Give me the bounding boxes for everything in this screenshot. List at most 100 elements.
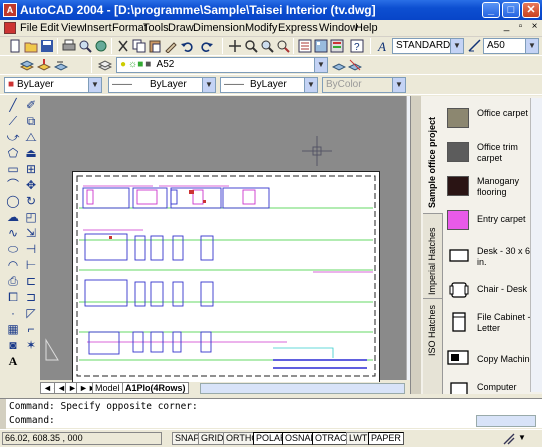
make-layer-current-icon[interactable]	[37, 58, 51, 72]
dim-style-select[interactable]: A50 ▼	[483, 38, 539, 54]
menu-window[interactable]: Window	[319, 22, 358, 34]
array-icon[interactable]: ⊞	[24, 162, 38, 176]
command-window-handle[interactable]	[0, 399, 6, 429]
tray-settings-chevron-icon[interactable]: ▼	[518, 433, 526, 442]
stretch-icon[interactable]: ⇲	[24, 226, 38, 240]
undo-icon[interactable]	[180, 39, 194, 53]
palette-handle[interactable]	[411, 96, 421, 394]
copy-icon[interactable]	[132, 39, 146, 53]
menu-help[interactable]: Help	[355, 22, 378, 34]
layer-properties-icon[interactable]	[332, 58, 346, 72]
palette-item-file-cabinet[interactable]: File Cabinet - Letter	[447, 312, 542, 342]
color-select[interactable]: ■ ByLayer ▼	[4, 77, 102, 93]
rectangle-icon[interactable]: ▭	[6, 162, 20, 176]
chevron-down-icon[interactable]: ▼	[450, 39, 463, 53]
explode-icon[interactable]: ✶	[24, 338, 38, 352]
region-icon[interactable]: ◙	[6, 338, 20, 352]
move-icon[interactable]: ✥	[24, 178, 38, 192]
make-block-icon[interactable]: ⧠	[6, 290, 20, 304]
ellipse-arc-icon[interactable]: ◠	[6, 258, 20, 272]
layer-stack-icon[interactable]	[98, 58, 112, 72]
point-icon[interactable]: ·	[6, 306, 20, 320]
publish-icon[interactable]	[94, 39, 108, 53]
menu-file[interactable]: File	[20, 22, 38, 34]
tab-iso-hatches[interactable]: ISO Hatches	[423, 300, 443, 364]
layer-manager-icon[interactable]	[20, 58, 34, 72]
scale-icon[interactable]: ◰	[24, 210, 38, 224]
print-icon[interactable]	[62, 39, 76, 53]
rotate-icon[interactable]: ↻	[24, 194, 38, 208]
polyline-icon[interactable]: ⤻	[6, 130, 20, 144]
doc-restore-button[interactable]: ▫	[514, 21, 527, 34]
new-icon[interactable]	[8, 39, 22, 53]
break-icon[interactable]: ⊏	[24, 274, 38, 288]
autocad-app-icon[interactable]: A	[3, 3, 17, 17]
design-center-icon[interactable]	[314, 39, 328, 53]
trim-icon[interactable]: ⊣	[24, 242, 38, 256]
match-properties-icon[interactable]	[164, 39, 178, 53]
construction-line-icon[interactable]: ⟋	[6, 114, 20, 128]
command-scrollbar[interactable]	[476, 415, 536, 427]
layer-previous-icon[interactable]	[54, 58, 68, 72]
menu-tools[interactable]: Tools	[143, 22, 169, 34]
extend-icon[interactable]: ⊢	[24, 258, 38, 272]
text-style-select[interactable]: STANDARD ▼	[392, 38, 464, 54]
arc-icon[interactable]: ⌒	[6, 178, 20, 192]
menu-draw[interactable]: Draw	[168, 22, 194, 34]
zoom-window-icon[interactable]	[260, 39, 274, 53]
ellipse-icon[interactable]: ⬭	[6, 242, 20, 256]
chevron-down-icon[interactable]: ▼	[525, 39, 538, 53]
open-icon[interactable]	[24, 39, 38, 53]
polygon-icon[interactable]: ⬠	[6, 146, 20, 160]
join-icon[interactable]: ⊐	[24, 290, 38, 304]
paste-icon[interactable]	[148, 39, 162, 53]
tab-imperial-hatches[interactable]: Imperial Hatches	[423, 215, 443, 299]
palette-item-mahogany-flooring[interactable]: Manogany flooring	[447, 176, 542, 206]
close-button[interactable]: ✕	[522, 2, 540, 18]
paper-model-toggle[interactable]: PAPER	[368, 432, 404, 445]
doc-minimize-button[interactable]: _	[500, 21, 513, 34]
menu-insert[interactable]: Insert	[84, 22, 112, 34]
document-icon[interactable]	[4, 22, 16, 34]
chevron-down-icon[interactable]: ▼	[202, 78, 215, 92]
layer-off-icon[interactable]	[348, 58, 362, 72]
properties-icon[interactable]	[298, 39, 312, 53]
plot-preview-icon[interactable]	[78, 39, 92, 53]
chevron-down-icon[interactable]: ▼	[314, 58, 327, 72]
chevron-down-icon[interactable]: ▼	[304, 78, 317, 92]
fillet-icon[interactable]: ⌐	[24, 322, 38, 336]
line-icon[interactable]: ╱	[6, 98, 20, 112]
dim-style-icon[interactable]	[468, 39, 482, 53]
insert-block-icon[interactable]: ⎙	[6, 274, 20, 288]
horizontal-scrollbar[interactable]	[200, 383, 405, 394]
mirror-icon[interactable]: ⧍	[24, 130, 38, 144]
layer-select[interactable]: ● ☼■ ■ A52 ▼	[116, 57, 328, 73]
palette-item-chair-desk[interactable]: Chair - Desk	[447, 280, 542, 310]
offset-icon[interactable]: ⏏	[24, 146, 38, 160]
spline-icon[interactable]: ∿	[6, 226, 20, 240]
help-icon[interactable]: ?	[350, 39, 364, 53]
lineweight-select[interactable]: —— ByLayer ▼	[220, 77, 318, 93]
tool-palettes-icon[interactable]	[330, 39, 344, 53]
tab-sample-office-project[interactable]: Sample office project	[423, 96, 443, 214]
zoom-previous-icon[interactable]	[276, 39, 290, 53]
minimize-button[interactable]: _	[482, 2, 500, 18]
linetype-select[interactable]: —— ByLayer ▼	[108, 77, 216, 93]
circle-icon[interactable]: ◯	[6, 194, 20, 208]
lwt-toggle[interactable]: LWT	[346, 432, 371, 445]
hatch-icon[interactable]: ▦	[6, 322, 20, 336]
palette-item-office-trim-carpet[interactable]: Office trim carpet	[447, 142, 542, 172]
redo-icon[interactable]	[200, 39, 214, 53]
zoom-realtime-icon[interactable]	[244, 39, 258, 53]
menu-view[interactable]: View	[61, 22, 85, 34]
palette-item-office-carpet[interactable]: Office carpet	[447, 108, 542, 138]
menu-edit[interactable]: Edit	[40, 22, 59, 34]
command-prompt[interactable]: Command:	[9, 415, 55, 426]
palette-item-desk[interactable]: Desk - 30 x 60 in.	[447, 246, 542, 276]
text-style-icon[interactable]: A	[377, 39, 391, 53]
palette-item-copy-machine[interactable]: Copy Machine	[447, 350, 542, 380]
menu-express[interactable]: Express	[278, 22, 318, 34]
tab-layout-a1plo[interactable]: A1Plo(4Rows)	[122, 382, 189, 394]
chamfer-icon[interactable]: ◸	[24, 306, 38, 320]
palette-scrollbar[interactable]	[530, 98, 542, 392]
